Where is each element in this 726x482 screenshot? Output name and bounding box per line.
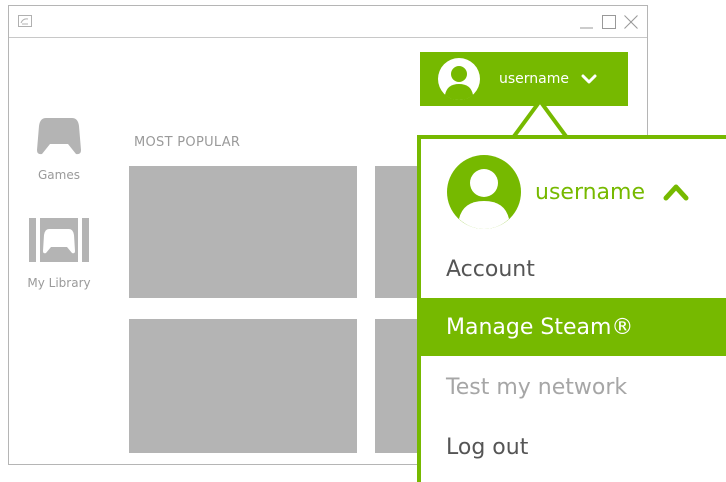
chevron-up-icon [663, 184, 689, 201]
chevron-down-icon [581, 74, 597, 84]
library-gamepad-icon [29, 218, 89, 262]
menu-item-test-network[interactable]: Test my network [421, 358, 726, 416]
gamepad-icon [37, 118, 81, 155]
section-title-most-popular: MOST POPULAR [134, 135, 241, 150]
dropdown-header[interactable]: username [447, 155, 689, 229]
menu-item-account[interactable]: Account [421, 240, 726, 298]
menu-item-manage-steam[interactable]: Manage Steam® [421, 298, 726, 356]
app-logo-icon [18, 15, 32, 27]
username-label: username [535, 179, 645, 205]
sidebar-item-my-library[interactable]: My Library [9, 218, 109, 290]
menu-item-label: Manage Steam® [446, 314, 634, 340]
game-tile[interactable] [129, 166, 357, 298]
sidebar-item-label: Games [38, 168, 80, 182]
maximize-icon[interactable] [601, 14, 617, 30]
minimize-icon[interactable] [579, 14, 595, 30]
username-label: username [499, 71, 569, 87]
window-controls [579, 14, 639, 30]
menu-item-label: Test my network [446, 374, 628, 400]
menu-item-log-out[interactable]: Log out [421, 418, 726, 476]
avatar-icon [447, 155, 521, 229]
title-bar [9, 6, 647, 38]
user-dropdown-menu: username Account Manage Steam® Test my n… [417, 135, 726, 482]
sidebar-item-games[interactable]: Games [9, 116, 109, 182]
close-icon[interactable] [623, 14, 639, 30]
game-tile[interactable] [129, 319, 357, 453]
avatar-icon [438, 58, 480, 100]
sidebar-item-label: My Library [27, 276, 91, 290]
dropdown-pointer [512, 98, 568, 140]
menu-item-label: Account [446, 256, 535, 282]
menu-item-label: Log out [446, 434, 529, 460]
